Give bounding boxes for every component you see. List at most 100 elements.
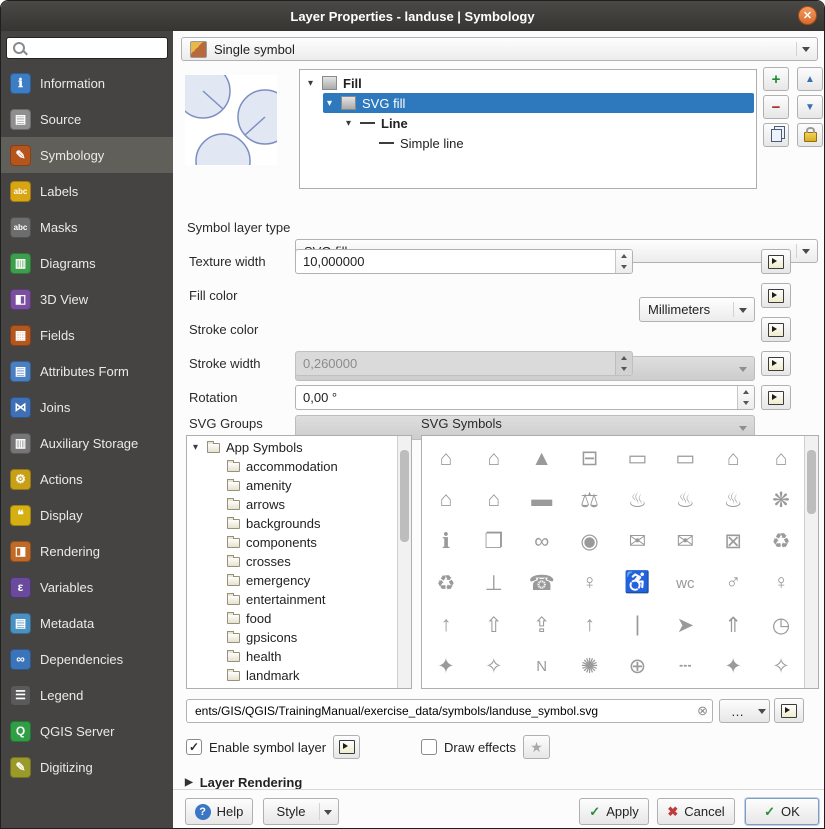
symbol-tree-row-fill[interactable]: ▾Fill xyxy=(304,73,754,93)
enable-layer-data-defined-button[interactable] xyxy=(333,735,360,759)
svg-group-components[interactable]: components xyxy=(187,533,398,552)
svg-symbol-toilets[interactable]: ♀ xyxy=(566,563,614,604)
svg-path-field[interactable]: ⊗ xyxy=(186,699,713,723)
expand-arrow-icon[interactable]: ▾ xyxy=(193,442,207,453)
svg-group-backgrounds[interactable]: backgrounds xyxy=(187,514,398,533)
svg-group-crosses[interactable]: crosses xyxy=(187,552,398,571)
spinner-buttons[interactable] xyxy=(737,386,754,409)
svg-group-emergency[interactable]: emergency xyxy=(187,571,398,590)
texture-width-input[interactable] xyxy=(295,249,633,274)
sidebar-item-display[interactable]: ❝Display xyxy=(1,497,173,533)
enable-symbol-layer-checkbox[interactable]: ✓ xyxy=(186,739,202,755)
sidebar-item-variables[interactable]: εVariables xyxy=(1,569,173,605)
svg-symbol-library[interactable]: ❐ xyxy=(470,521,518,562)
sidebar-item-legend[interactable]: ☰Legend xyxy=(1,677,173,713)
svg-symbol-men-wc[interactable]: ♂ xyxy=(709,563,757,604)
move-up-button[interactable]: ▲ xyxy=(797,67,823,91)
svg-symbol-north-arrow-3[interactable]: ✦ xyxy=(709,646,757,687)
svg-group-amenity[interactable]: amenity xyxy=(187,476,398,495)
svg-symbol-arrow-thin[interactable]: ↑ xyxy=(566,605,614,646)
texture-width-data-defined-button[interactable] xyxy=(761,249,791,274)
svg-group-app-symbols[interactable]: ▾App Symbols xyxy=(187,438,398,457)
svg-symbol-information[interactable]: ℹ xyxy=(422,521,470,562)
apply-button[interactable]: ✓ Apply xyxy=(579,798,649,825)
expand-arrow-icon[interactable]: ▾ xyxy=(327,98,341,109)
svg-symbol-caravan[interactable]: ⊟ xyxy=(566,438,614,479)
sidebar-item-symbology[interactable]: ✎Symbology xyxy=(1,137,173,173)
svg-symbol-wheelchair[interactable]: ♿ xyxy=(614,563,662,604)
stroke-color-data-defined-button[interactable] xyxy=(761,317,791,342)
sidebar-item-information[interactable]: ℹInformation xyxy=(1,65,173,101)
texture-width-spinbox[interactable] xyxy=(295,249,633,274)
move-down-button[interactable]: ▼ xyxy=(797,95,823,119)
svg-path-input[interactable] xyxy=(193,703,693,719)
layer-rendering-section[interactable]: ▶ Layer Rendering xyxy=(185,775,302,790)
sidebar-item-labels[interactable]: abcLabels xyxy=(1,173,173,209)
svg-symbols-scrollbar[interactable] xyxy=(804,436,818,688)
svg-symbol-arrow-double[interactable]: ⇑ xyxy=(709,605,757,646)
sidebar-item-digitizing[interactable]: ✎Digitizing xyxy=(1,749,173,785)
sidebar-item-masks[interactable]: abcMasks xyxy=(1,209,173,245)
ok-button[interactable]: ✓ OK xyxy=(745,798,819,825)
rotation-data-defined-button[interactable] xyxy=(761,385,791,410)
fill-color-data-defined-button[interactable] xyxy=(761,283,791,308)
svg-symbol-recycling-2[interactable]: ♻ xyxy=(422,563,470,604)
svg-symbol-handcuffs[interactable]: ∞ xyxy=(518,521,566,562)
svg-symbol-north-arrow[interactable]: ✦ xyxy=(422,646,470,687)
sidebar-item-auxiliary-storage[interactable]: ▥Auxiliary Storage xyxy=(1,425,173,461)
svg-symbol-north-arrow-2[interactable]: ✧ xyxy=(470,646,518,687)
sidebar-item-dependencies[interactable]: ∞Dependencies xyxy=(1,641,173,677)
stroke-width-data-defined-button[interactable] xyxy=(761,351,791,376)
svg-symbol-house-family[interactable]: ⌂ xyxy=(422,438,470,479)
symbol-tree-row-simple-line[interactable]: Simple line xyxy=(361,133,754,153)
svg-symbol-scales[interactable]: ⚖ xyxy=(566,480,614,521)
svg-symbol-mail-2[interactable]: ✉ xyxy=(661,521,709,562)
effects-customize-button[interactable]: ★ xyxy=(523,735,550,759)
svg-symbol-wheat[interactable]: ❋ xyxy=(757,480,805,521)
sidebar-item-rendering[interactable]: ◨Rendering xyxy=(1,533,173,569)
svg-symbol-tent[interactable]: ▲ xyxy=(518,438,566,479)
draw-effects-checkbox[interactable] xyxy=(421,739,437,755)
svg-symbol-bed-and-breakfast[interactable]: ⌂ xyxy=(470,438,518,479)
clear-icon[interactable]: ⊗ xyxy=(697,703,708,719)
sidebar-item-metadata[interactable]: ▤Metadata xyxy=(1,605,173,641)
svg-group-entertainment[interactable]: entertainment xyxy=(187,590,398,609)
expand-arrow-icon[interactable]: ▾ xyxy=(308,78,322,89)
svg-symbol-women-wc[interactable]: ♀ xyxy=(757,563,805,604)
svg-symbol-arrow-filled[interactable]: ⇧ xyxy=(470,605,518,646)
svg-symbol-home[interactable]: ⌂ xyxy=(709,438,757,479)
svg-symbol-shelter[interactable]: ⌂ xyxy=(757,438,805,479)
svg-group-accommodation[interactable]: accommodation xyxy=(187,457,398,476)
svg-group-gpsicons[interactable]: gpsicons xyxy=(187,628,398,647)
svg-symbol-compass-north[interactable]: N xyxy=(518,646,566,687)
svg-group-landmark[interactable]: landmark xyxy=(187,666,398,685)
svg-symbol-line-marker[interactable]: | xyxy=(614,605,662,646)
sidebar-item-qgis-server[interactable]: QQGIS Server xyxy=(1,713,173,749)
svg-symbol-recycling[interactable]: ♻ xyxy=(757,521,805,562)
svg-group-arrows[interactable]: arrows xyxy=(187,495,398,514)
svg-symbol-clock[interactable]: ◷ xyxy=(757,605,805,646)
sidebar-item-source[interactable]: ▤Source xyxy=(1,101,173,137)
help-button[interactable]: ? Help xyxy=(185,798,253,825)
svg-symbol-flame[interactable]: ♨ xyxy=(709,480,757,521)
browse-button[interactable]: … xyxy=(719,699,756,723)
svg-symbol-elevator[interactable]: ⊠ xyxy=(709,521,757,562)
symbol-tree-row-line[interactable]: ▾Line xyxy=(342,113,754,133)
sidebar-search[interactable] xyxy=(6,37,168,59)
symbol-tree-row-svg-fill[interactable]: ▾SVG fill xyxy=(323,93,754,113)
spinner-buttons[interactable] xyxy=(615,250,632,273)
svg-symbol-bench[interactable]: ▬ xyxy=(518,480,566,521)
texture-width-unit-select[interactable]: Millimeters xyxy=(639,297,755,322)
svg-symbol-telephone[interactable]: ☎ xyxy=(518,563,566,604)
svg-symbol-north-arrow-4[interactable]: ✧ xyxy=(757,646,805,687)
svg-symbol-fire[interactable]: ♨ xyxy=(614,480,662,521)
svg-groups-scrollbar[interactable] xyxy=(397,436,411,688)
browse-dropdown-button[interactable] xyxy=(755,699,770,723)
svg-symbol-arrow-solid[interactable]: ➤ xyxy=(661,605,709,646)
svg-symbol-arrow-outline[interactable]: ⇪ xyxy=(518,605,566,646)
svg-symbol-shelter-2[interactable]: ⌂ xyxy=(422,480,470,521)
svg-symbol-sleeping-shelter[interactable]: ▭ xyxy=(661,438,709,479)
duplicate-symbol-layer-button[interactable] xyxy=(763,123,789,147)
svg-symbol-police-badge[interactable]: ◉ xyxy=(566,521,614,562)
title-bar[interactable]: Layer Properties - landuse | Symbology ✕ xyxy=(1,1,824,31)
